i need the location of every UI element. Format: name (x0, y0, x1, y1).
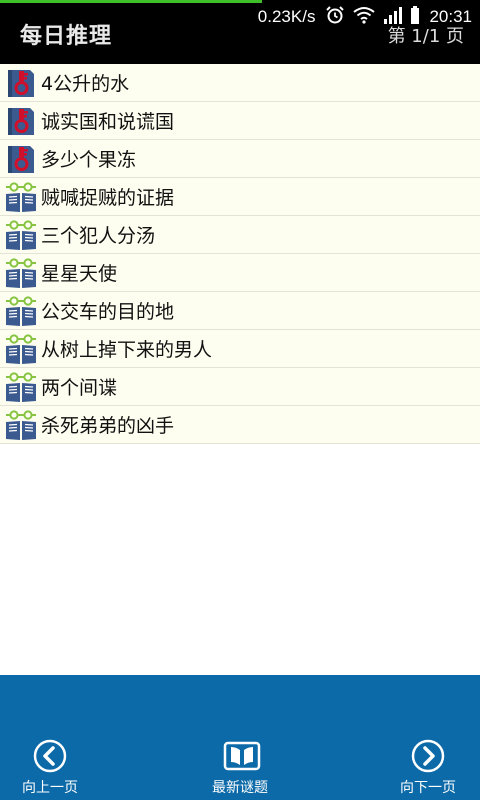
wifi-icon (353, 6, 376, 29)
list-item[interactable]: 贼喊捉贼的证据 (0, 178, 480, 216)
list-item-label: 从树上掉下来的男人 (41, 339, 213, 361)
next-page-button[interactable]: 向下一页 (392, 739, 464, 797)
latest-puzzles-label: 最新谜题 (212, 780, 268, 796)
glasses-book-icon (4, 256, 38, 290)
progress-strip (0, 0, 262, 3)
glasses-book-icon (4, 294, 38, 328)
list-item-label: 杀死弟弟的凶手 (41, 415, 175, 437)
list-item-label: 多少个果冻 (41, 149, 137, 171)
glasses-book-icon (4, 180, 38, 214)
puzzle-list: 4公升的水 诚实国和说谎国 多少个果冻 贼喊捉贼的证据 三个犯人分汤 星星天使 (0, 64, 480, 444)
arrow-right-circle-icon (411, 739, 445, 773)
next-page-label: 向下一页 (400, 780, 456, 796)
top-bar: 0.23K/s 20:31 每日推理 第 1/1 页 (0, 0, 480, 64)
list-item-label: 贼喊捉贼的证据 (41, 187, 175, 209)
alarm-icon (325, 5, 345, 30)
glasses-book-icon (4, 370, 38, 404)
latest-puzzles-button[interactable]: 最新谜题 (202, 739, 278, 797)
arrow-left-circle-icon (33, 739, 67, 773)
list-item[interactable]: 杀死弟弟的凶手 (0, 406, 480, 444)
list-item[interactable]: 三个犯人分汤 (0, 216, 480, 254)
list-item-label: 两个间谍 (41, 377, 118, 399)
page-indicator: 第 1/1 页 (387, 26, 464, 47)
list-item-label: 诚实国和说谎国 (41, 111, 175, 133)
glasses-book-icon (4, 218, 38, 252)
bottom-nav: 向上一页 最新谜题 向下一页 (0, 675, 480, 800)
glasses-book-icon (4, 332, 38, 366)
list-item[interactable]: 从树上掉下来的男人 (0, 330, 480, 368)
list-item-label: 4公升的水 (41, 73, 130, 95)
list-item[interactable]: 多少个果冻 (0, 140, 480, 178)
list-item[interactable]: 星星天使 (0, 254, 480, 292)
prev-page-button[interactable]: 向上一页 (14, 739, 86, 797)
glasses-book-icon (4, 408, 38, 442)
key-book-icon (4, 66, 38, 100)
list-item[interactable]: 两个间谍 (0, 368, 480, 406)
app-title: 每日推理 (20, 24, 113, 49)
list-item-label: 星星天使 (41, 263, 118, 285)
list-item[interactable]: 诚实国和说谎国 (0, 102, 480, 140)
list-item[interactable]: 公交车的目的地 (0, 292, 480, 330)
key-book-icon (4, 104, 38, 138)
key-book-icon (4, 142, 38, 176)
open-book-icon (223, 739, 261, 773)
network-speed: 0.23K/s (257, 7, 316, 26)
list-item-label: 公交车的目的地 (41, 301, 175, 323)
list-item-label: 三个犯人分汤 (41, 225, 156, 247)
prev-page-label: 向上一页 (22, 780, 78, 796)
list-item[interactable]: 4公升的水 (0, 64, 480, 102)
